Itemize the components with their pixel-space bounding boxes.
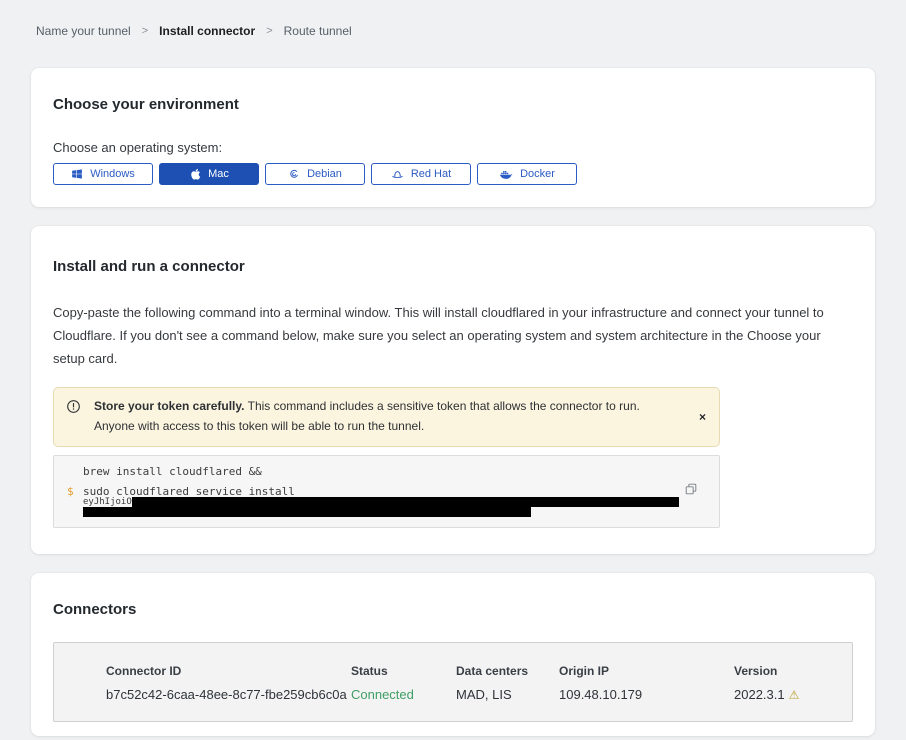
token-warning-banner: Store your token carefully. This command… — [53, 387, 720, 447]
warning-triangle-icon: ⚠ — [789, 688, 800, 702]
os-select-label: Choose an operating system: — [53, 140, 853, 155]
connectors-card: Connectors Connector ID Status Data cent… — [31, 573, 875, 736]
os-button-label: Debian — [307, 168, 342, 180]
environment-card-title: Choose your environment — [53, 96, 853, 113]
token-line: eyJhIjoiO — [83, 497, 679, 507]
debian-icon — [288, 168, 300, 180]
status-badge: Connected — [351, 687, 456, 702]
breadcrumb-separator: > — [266, 25, 272, 37]
warning-bold-text: Store your token carefully. — [94, 399, 245, 413]
command-line-1: brew install cloudflared && — [83, 465, 262, 478]
copy-icon[interactable] — [684, 482, 698, 496]
breadcrumb-separator: > — [142, 25, 148, 37]
breadcrumb: Name your tunnel > Install connector > R… — [0, 0, 906, 38]
version-value: 2022.3.1⚠ — [734, 687, 852, 702]
os-button-label: Docker — [520, 168, 555, 180]
data-centers-value: MAD, LIS — [456, 687, 559, 702]
redhat-icon — [391, 168, 404, 181]
docker-icon — [499, 168, 513, 180]
install-connector-title: Install and run a connector — [53, 258, 853, 275]
redacted-token-bar — [83, 507, 531, 517]
install-connector-card: Install and run a connector Copy-paste t… — [31, 226, 875, 554]
column-header-version: Version — [734, 664, 852, 678]
os-button-redhat[interactable]: Red Hat — [371, 163, 471, 185]
shell-prompt: $ — [67, 485, 74, 498]
os-button-label: Mac — [208, 168, 229, 180]
os-button-label: Red Hat — [411, 168, 451, 180]
os-button-group: Windows Mac Debian — [53, 163, 853, 185]
os-button-label: Windows — [90, 168, 135, 180]
column-header-origin-ip: Origin IP — [559, 664, 734, 678]
breadcrumb-route-tunnel[interactable]: Route tunnel — [284, 24, 352, 38]
redacted-token-bar — [132, 497, 679, 507]
os-button-mac[interactable]: Mac — [159, 163, 259, 185]
install-command-code-block: $ brew install cloudflared && sudo cloud… — [53, 455, 720, 528]
info-icon — [66, 399, 81, 421]
connector-id-value: b7c52c42-6caa-48ee-8c77-fbe259cb6c0a — [106, 687, 351, 702]
environment-card: Choose your environment Choose an operat… — [31, 68, 875, 207]
connectors-table: Connector ID Status Data centers Origin … — [53, 642, 853, 722]
os-button-windows[interactable]: Windows — [53, 163, 153, 185]
breadcrumb-name-your-tunnel[interactable]: Name your tunnel — [36, 24, 131, 38]
os-button-docker[interactable]: Docker — [477, 163, 577, 185]
breadcrumb-install-connector[interactable]: Install connector — [159, 24, 255, 38]
connectors-title: Connectors — [53, 601, 853, 618]
token-prefix: eyJhIjoiO — [83, 497, 132, 507]
tunnel-setup-page: Name your tunnel > Install connector > R… — [0, 0, 906, 740]
close-icon[interactable]: × — [699, 411, 706, 423]
column-header-connector-id: Connector ID — [106, 664, 351, 678]
apple-icon — [189, 167, 201, 181]
column-header-data-centers: Data centers — [456, 664, 559, 678]
install-connector-description: Copy-paste the following command into a … — [53, 301, 848, 370]
windows-icon — [71, 168, 83, 180]
os-button-debian[interactable]: Debian — [265, 163, 365, 185]
column-header-status: Status — [351, 664, 456, 678]
origin-ip-value: 109.48.10.179 — [559, 687, 734, 702]
